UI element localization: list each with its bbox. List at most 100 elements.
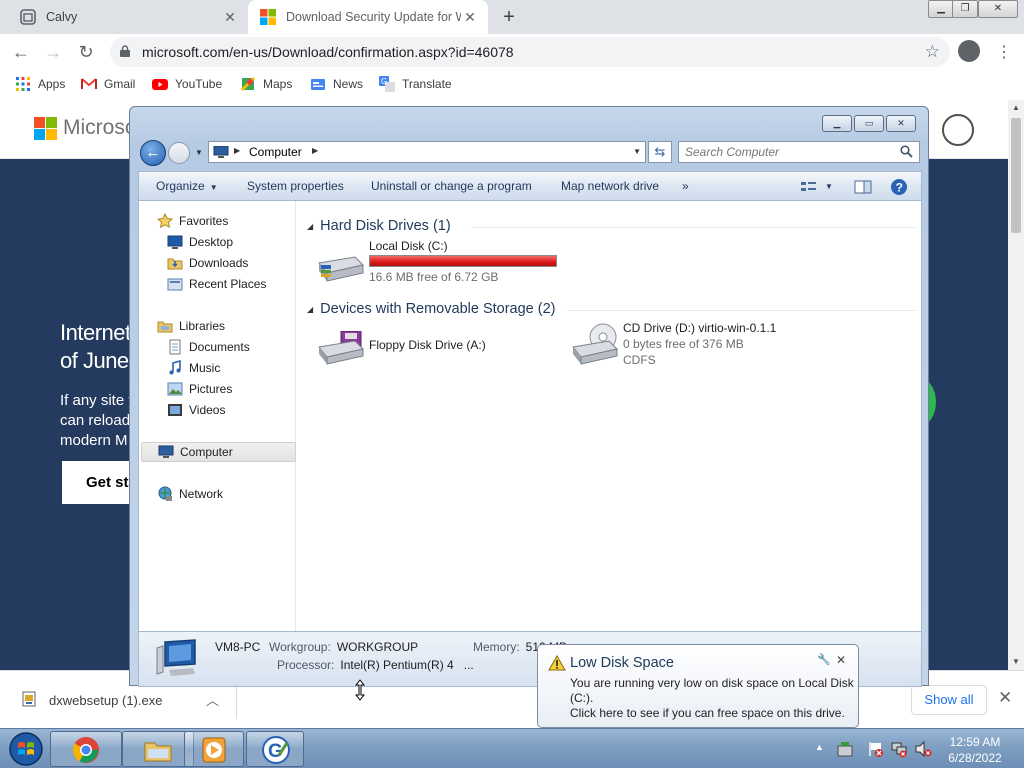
apps-grid-icon (16, 77, 30, 91)
drive-local-disk-c[interactable]: Local Disk (C:) 16.6 MB free of 6.72 GB (315, 239, 575, 289)
drive-cd-d[interactable]: CD Drive (D:) virtio-win-0.1.1 0 bytes f… (569, 321, 869, 371)
action-center-icon[interactable] (836, 740, 854, 758)
drive-floppy-a[interactable]: Floppy Disk Drive (A:) (315, 321, 545, 371)
system-properties-button[interactable]: System properties (247, 179, 344, 193)
tab-close-icon[interactable]: ✕ (222, 9, 238, 25)
pictures-icon (167, 382, 183, 396)
explorer-back-icon[interactable]: ← (140, 140, 166, 166)
nav-label: Recent Places (189, 277, 267, 291)
view-dropdown-icon[interactable]: ▼ (825, 182, 833, 191)
tab-label: Download Security Update for Win (286, 10, 461, 24)
group-hard-disk-drives[interactable]: ◢ Hard Disk Drives (1) (307, 218, 451, 234)
network-disconnected-icon[interactable] (890, 740, 908, 758)
bookmark-star-icon[interactable]: ☆ (925, 42, 940, 62)
view-options-icon[interactable] (799, 178, 819, 196)
scroll-down-icon[interactable]: ▼ (1008, 654, 1024, 670)
volume-muted-icon[interactable] (914, 740, 932, 758)
uninstall-program-button[interactable]: Uninstall or change a program (371, 179, 532, 193)
map-network-drive-button[interactable]: Map network drive (561, 179, 659, 193)
notification-link[interactable]: Click here to see if you can free space … (570, 706, 845, 720)
search-input[interactable] (685, 144, 895, 160)
close-download-bar-icon[interactable]: ✕ (998, 688, 1012, 708)
nav-music[interactable]: Music (167, 358, 220, 378)
collapse-triangle-icon[interactable]: ◢ (307, 222, 313, 231)
bookmark-news[interactable]: News (310, 76, 363, 92)
tab-calvy[interactable]: Calvy ✕ (8, 0, 248, 34)
organize-menu[interactable]: Organize ▼ (156, 179, 218, 193)
videos-icon (168, 404, 182, 416)
explorer-maximize-button[interactable]: ▭ (854, 115, 884, 132)
forward-icon[interactable]: → (42, 41, 64, 63)
download-options-chevron-icon[interactable]: ︿ (206, 690, 219, 709)
system-clock[interactable]: 12:59 AM 6/28/2022 (940, 734, 1010, 766)
breadcrumb-arrow-icon[interactable]: ▶ (312, 146, 318, 155)
microsoft-logo-icon[interactable] (34, 117, 57, 140)
group-divider (471, 227, 915, 228)
scroll-up-icon[interactable]: ▲ (1008, 100, 1024, 116)
nav-computer[interactable]: Computer (141, 442, 296, 462)
explorer-close-button[interactable]: ✕ (886, 115, 916, 132)
disk-usage-bar (369, 255, 557, 267)
account-icon[interactable] (942, 114, 974, 146)
nav-videos[interactable]: Videos (167, 400, 225, 420)
workgroup-info: Workgroup: WORKGROUP (269, 640, 418, 654)
browser-menu-icon[interactable]: ⋮ (996, 42, 1012, 62)
bookmark-gmail[interactable]: Gmail (81, 76, 135, 92)
taskbar-app-button[interactable]: G (246, 731, 304, 767)
notification-close-icon[interactable]: ✕ (836, 653, 846, 667)
help-icon[interactable]: ? (890, 178, 908, 196)
preview-pane-icon[interactable] (854, 178, 872, 196)
bookmark-label: Maps (263, 77, 293, 91)
nav-libraries[interactable]: Libraries (157, 316, 225, 336)
bookmark-translate[interactable]: G Translate (379, 76, 452, 92)
drive-filesystem: CDFS (623, 353, 656, 367)
restore-button[interactable]: ❐ (952, 0, 978, 18)
recent-pages-dropdown-icon[interactable]: ▼ (195, 148, 203, 157)
low-disk-space-notification[interactable]: Low Disk Space 🔧 ✕ You are running very … (537, 644, 859, 728)
explorer-minimize-button[interactable]: ▁ (822, 115, 852, 132)
taskbar-chrome-button[interactable] (50, 731, 122, 767)
back-icon[interactable]: ← (10, 41, 32, 63)
hero-title-line: of June (60, 348, 129, 373)
group-removable-storage[interactable]: ◢ Devices with Removable Storage (2) (307, 301, 555, 317)
tab-close-icon[interactable]: ✕ (462, 9, 478, 25)
refresh-icon[interactable]: ⇆ (648, 141, 672, 163)
page-scrollbar[interactable]: ▲ ▼ (1008, 100, 1024, 670)
tab-download-security-update[interactable]: Download Security Update for Win ✕ (248, 0, 488, 34)
start-button-icon[interactable] (4, 731, 48, 767)
explorer-address-bar[interactable]: ▶ Computer ▶ ▼ (208, 141, 646, 163)
address-history-dropdown-icon[interactable]: ▼ (633, 147, 641, 156)
nav-recent-places[interactable]: Recent Places (167, 274, 266, 294)
nav-documents[interactable]: Documents (167, 337, 250, 357)
collapse-triangle-icon[interactable]: ◢ (307, 305, 313, 314)
explorer-search-box[interactable] (678, 141, 920, 163)
explorer-forward-icon[interactable] (168, 142, 190, 164)
reload-icon[interactable]: ↻ (75, 41, 97, 63)
nav-downloads[interactable]: Downloads (167, 253, 248, 273)
show-all-button[interactable]: Show all (911, 685, 987, 715)
floppy-drive-icon (318, 331, 364, 365)
bookmark-maps[interactable]: Maps (240, 76, 292, 92)
profile-avatar-icon[interactable] (958, 40, 980, 62)
bookmark-apps[interactable]: Apps (15, 76, 65, 92)
minimize-button[interactable]: ▁ (928, 0, 954, 18)
new-tab-button[interactable]: + (498, 6, 520, 28)
show-hidden-icons-icon[interactable]: ▲ (815, 742, 824, 752)
nav-favorites[interactable]: Favorites (157, 211, 228, 231)
nav-network[interactable]: Network (157, 484, 223, 504)
download-filename[interactable]: dxwebsetup (1).exe (49, 693, 162, 708)
breadcrumb-arrow-icon[interactable]: ▶ (234, 146, 240, 155)
more-commands-button[interactable]: » (682, 179, 689, 193)
scrollbar-thumb[interactable] (1011, 118, 1021, 233)
bookmark-youtube[interactable]: YouTube (152, 76, 222, 92)
address-bar[interactable]: microsoft.com/en-us/Download/confirmatio… (110, 37, 950, 67)
close-button[interactable]: ✕ (978, 0, 1018, 18)
taskbar-media-player-button[interactable] (184, 731, 244, 767)
settings-wrench-icon[interactable]: 🔧 (817, 653, 831, 666)
nav-label: Music (189, 361, 221, 375)
nav-desktop[interactable]: Desktop (167, 232, 233, 252)
nav-pictures[interactable]: Pictures (167, 379, 232, 399)
computer-name: VM8-PC (215, 640, 261, 654)
notification-flag-icon[interactable] (866, 740, 884, 758)
breadcrumb-computer[interactable]: Computer (249, 145, 302, 159)
